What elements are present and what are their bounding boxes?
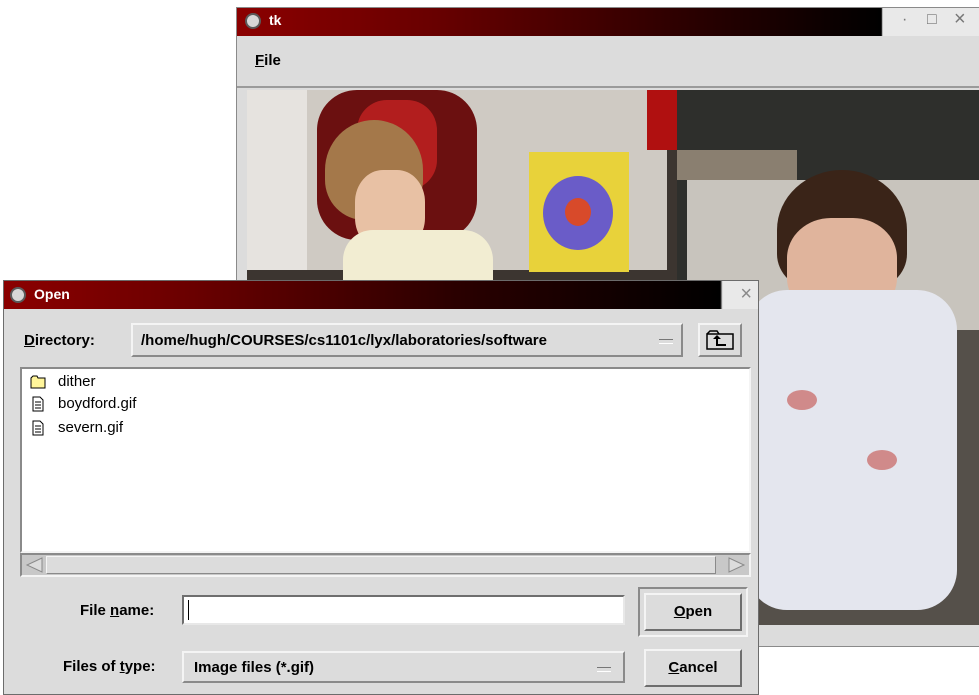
- maximize-icon[interactable]: □: [927, 11, 937, 29]
- file-list[interactable]: dither boydford.gif severn.gif: [20, 367, 751, 553]
- list-item-name: dither: [58, 373, 96, 390]
- directory-label-mnemonic: D: [24, 332, 35, 349]
- file-icon: [32, 420, 44, 436]
- dialog-title: Open: [34, 286, 70, 302]
- tk-window-title: tk: [269, 12, 282, 28]
- cancel-button[interactable]: Cancel: [644, 649, 742, 687]
- file-icon: [32, 396, 44, 412]
- tk-menubar: File: [237, 38, 979, 88]
- dialog-titlebar[interactable]: Open ×: [4, 281, 758, 309]
- horizontal-scrollbar[interactable]: [20, 553, 751, 577]
- scroll-left-icon[interactable]: [24, 556, 44, 574]
- cancel-button-frame: Cancel: [638, 643, 748, 693]
- cancel-button-mnemonic: C: [668, 659, 680, 676]
- scrollbar-thumb[interactable]: [46, 556, 716, 574]
- file-menu-label: ile: [264, 52, 281, 69]
- scroll-right-icon[interactable]: [727, 556, 747, 574]
- open-button-mnemonic: O: [673, 603, 686, 620]
- directory-label-text: irectory:: [34, 332, 95, 349]
- window-menu-icon[interactable]: [10, 287, 26, 303]
- minimize-icon[interactable]: ·: [902, 11, 907, 29]
- dropdown-arrow-icon: [659, 339, 673, 344]
- tk-titlebar[interactable]: tk · □ ×: [237, 8, 979, 36]
- open-button-frame: Open: [638, 587, 748, 637]
- file-menu-mnemonic: F: [255, 52, 265, 69]
- filetype-label-pre: Files of: [63, 658, 120, 675]
- folder-up-icon: [706, 330, 734, 350]
- close-icon[interactable]: ×: [954, 8, 966, 31]
- filename-label-mnemonic: n: [110, 602, 120, 619]
- open-dialog: Open × Directory: /home/hugh/COURSES/cs1…: [3, 280, 759, 695]
- filetype-label: Files of type:: [63, 658, 156, 675]
- file-menu[interactable]: File: [255, 52, 281, 69]
- directory-dropdown[interactable]: /home/hugh/COURSES/cs1101c/lyx/laborator…: [131, 323, 683, 357]
- filetype-value: Image files (*.gif): [194, 659, 315, 676]
- cancel-button-label: ancel: [679, 659, 718, 676]
- dropdown-arrow-icon: [597, 667, 611, 672]
- filetype-label-rest: ype:: [124, 658, 156, 675]
- folder-icon: [30, 375, 46, 389]
- filename-label: File name:: [80, 602, 154, 619]
- filename-label-pre: File: [80, 602, 111, 619]
- parent-directory-button[interactable]: [698, 323, 742, 357]
- open-button[interactable]: Open: [644, 593, 742, 631]
- filetype-dropdown[interactable]: Image files (*.gif): [182, 651, 625, 683]
- filename-input[interactable]: [182, 595, 625, 625]
- filename-label-rest: ame:: [119, 602, 155, 619]
- open-button-label: pen: [685, 603, 713, 620]
- list-item-name: boydford.gif: [58, 395, 137, 412]
- directory-label: Directory:: [24, 332, 95, 349]
- directory-value: /home/hugh/COURSES/cs1101c/lyx/laborator…: [141, 332, 547, 349]
- text-caret: [188, 600, 189, 620]
- close-icon[interactable]: ×: [740, 283, 752, 306]
- window-menu-icon[interactable]: [245, 13, 261, 29]
- list-item-name: severn.gif: [58, 419, 124, 436]
